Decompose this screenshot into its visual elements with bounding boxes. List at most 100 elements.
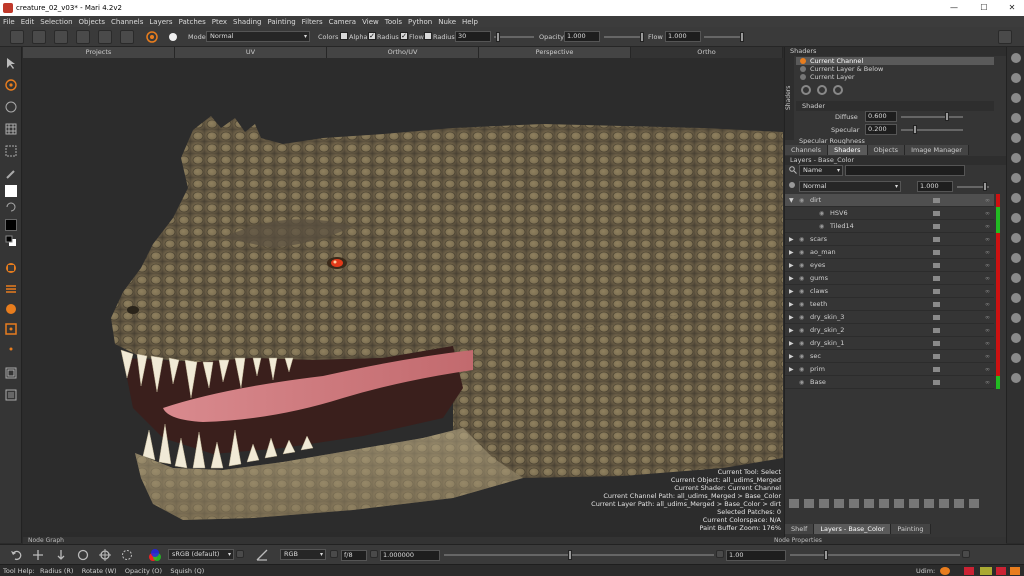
flow-checkbox[interactable]: ✓ xyxy=(400,32,408,40)
specular-slider-handle[interactable] xyxy=(913,125,917,134)
add-procedural-icon[interactable] xyxy=(819,498,829,508)
visibility-eye-icon[interactable]: ◉ xyxy=(799,298,804,311)
zoom-icon[interactable] xyxy=(99,549,111,561)
gain-reset-icon[interactable] xyxy=(716,550,724,558)
layer-lock-icon[interactable]: ∞ xyxy=(985,298,990,311)
visibility-eye-icon[interactable]: ◉ xyxy=(799,324,804,337)
layer-lock-icon[interactable]: ∞ xyxy=(985,311,990,324)
add-mask-icon[interactable] xyxy=(849,498,859,508)
tab-shaders[interactable]: Shaders xyxy=(828,145,868,155)
menu-filters[interactable]: Filters xyxy=(302,18,323,26)
menu-patches[interactable]: Patches xyxy=(179,18,206,26)
add-layer-icon[interactable] xyxy=(789,498,799,508)
exposure-input[interactable]: 1.00 xyxy=(726,550,786,561)
projectors-icon[interactable] xyxy=(1011,333,1021,343)
tab-shelf[interactable]: Shelf xyxy=(785,524,815,534)
udim-grid-icon[interactable] xyxy=(5,367,17,379)
layer-grid-icon[interactable] xyxy=(969,498,979,508)
visibility-eye-icon[interactable]: ◉ xyxy=(819,220,824,233)
paint-buffer-icon[interactable] xyxy=(1011,273,1021,283)
expand-arrow-icon[interactable]: ▶ xyxy=(789,324,794,337)
tab-ortho[interactable]: Ortho xyxy=(631,47,783,58)
diffuse-slider-handle[interactable] xyxy=(945,112,949,121)
lock-icon[interactable] xyxy=(789,182,795,188)
layer-row[interactable]: ▶ ◉ sec ∞ xyxy=(785,350,994,363)
move-down-icon[interactable] xyxy=(55,549,67,561)
export-icon[interactable] xyxy=(76,30,90,44)
layer-lock-icon[interactable]: ∞ xyxy=(985,259,990,272)
gpu-status-icon[interactable] xyxy=(1010,567,1020,575)
radius2-checkbox[interactable] xyxy=(424,32,432,40)
layer-filter-input[interactable] xyxy=(845,165,965,176)
menu-shading[interactable]: Shading xyxy=(233,18,261,26)
layer-row[interactable]: ▶ ◉ scars ∞ xyxy=(785,233,994,246)
background-color-swatch[interactable] xyxy=(5,219,17,231)
frame-selection-icon[interactable] xyxy=(121,549,133,561)
snapshots-icon[interactable] xyxy=(1011,113,1021,123)
tab-projects[interactable]: Projects xyxy=(23,47,175,58)
lookdev-icon[interactable] xyxy=(1011,353,1021,363)
udim-status-icon[interactable] xyxy=(940,567,950,575)
menu-selection[interactable]: Selection xyxy=(40,18,72,26)
camera-icon[interactable] xyxy=(1011,193,1021,203)
menu-edit[interactable]: Edit xyxy=(21,18,35,26)
visibility-eye-icon[interactable]: ◉ xyxy=(799,285,804,298)
menu-camera[interactable]: Camera xyxy=(329,18,356,26)
texture-sets-icon[interactable] xyxy=(1011,293,1021,303)
expand-arrow-icon[interactable]: ▶ xyxy=(789,311,794,324)
opacity-slider-handle[interactable] xyxy=(640,32,644,42)
frame-icon[interactable] xyxy=(5,389,17,401)
tab-perspective[interactable]: Perspective xyxy=(479,47,631,58)
tool-properties-icon[interactable] xyxy=(1011,153,1021,163)
layer-row[interactable]: ◉ HSV6 ∞ xyxy=(785,207,994,220)
gamma-icon[interactable] xyxy=(256,549,268,561)
tab-objects[interactable]: Objects xyxy=(867,145,906,155)
pin-icon[interactable] xyxy=(5,343,17,355)
layer-lock-icon[interactable]: ∞ xyxy=(985,363,990,376)
add-shader-icon[interactable] xyxy=(801,85,811,95)
shaders-side-tab[interactable]: Shaders xyxy=(785,56,794,140)
layer-lock-icon[interactable]: ∞ xyxy=(985,376,990,389)
color-wheel-icon[interactable] xyxy=(148,548,162,562)
color-picker-icon[interactable] xyxy=(1011,93,1021,103)
transform-icon[interactable] xyxy=(5,323,17,335)
lights-icon[interactable] xyxy=(1011,173,1021,183)
node-properties-header[interactable]: Node Properties xyxy=(770,537,1006,544)
snapshot-icon[interactable] xyxy=(120,30,134,44)
visibility-eye-icon[interactable]: ◉ xyxy=(799,259,804,272)
add-group-icon[interactable] xyxy=(834,498,844,508)
blend-mode-dropdown[interactable]: Normal xyxy=(799,181,901,192)
gain-slider-handle[interactable] xyxy=(568,550,572,560)
menu-painting[interactable]: Painting xyxy=(267,18,295,26)
layer-opacity-slider-handle[interactable] xyxy=(983,182,987,191)
expand-arrow-icon[interactable]: ▶ xyxy=(789,298,794,311)
radius-slider-handle[interactable] xyxy=(496,32,500,42)
filter-dropdown[interactable]: Name xyxy=(799,165,843,176)
expand-arrow-icon[interactable]: ▶ xyxy=(789,285,794,298)
menu-python[interactable]: Python xyxy=(408,18,432,26)
opacity-slider-track[interactable] xyxy=(604,36,644,38)
minimize-button[interactable]: — xyxy=(940,0,968,16)
diffuse-input[interactable]: 0.600 xyxy=(865,111,897,122)
ptex-icon[interactable] xyxy=(1011,233,1021,243)
layer-row[interactable]: ▶ ◉ claws ∞ xyxy=(785,285,994,298)
visibility-eye-icon[interactable]: ◉ xyxy=(799,350,804,363)
tab-ortho-uv[interactable]: Ortho/UV xyxy=(327,47,479,58)
layer-lock-icon[interactable]: ∞ xyxy=(985,220,990,233)
share-icon[interactable] xyxy=(924,498,934,508)
close-button[interactable]: ✕ xyxy=(998,0,1024,16)
expand-arrow-icon[interactable]: ▶ xyxy=(789,337,794,350)
node-graph-icon[interactable] xyxy=(1011,373,1021,383)
tab-uv[interactable]: UV xyxy=(175,47,327,58)
selection-groups-icon[interactable] xyxy=(1011,253,1021,263)
exposure-slider-track[interactable] xyxy=(790,554,960,556)
marquee-icon[interactable] xyxy=(5,145,17,157)
pan-icon[interactable] xyxy=(32,549,44,561)
layer-lock-icon[interactable]: ∞ xyxy=(985,207,990,220)
node-graph-header[interactable]: Node Graph xyxy=(23,537,783,544)
radius-checkbox[interactable]: ✓ xyxy=(368,32,376,40)
fstop-reset-icon[interactable] xyxy=(370,550,378,558)
visibility-eye-icon[interactable]: ◉ xyxy=(799,194,804,207)
layer-lock-icon[interactable]: ∞ xyxy=(985,233,990,246)
menu-view[interactable]: View xyxy=(362,18,379,26)
